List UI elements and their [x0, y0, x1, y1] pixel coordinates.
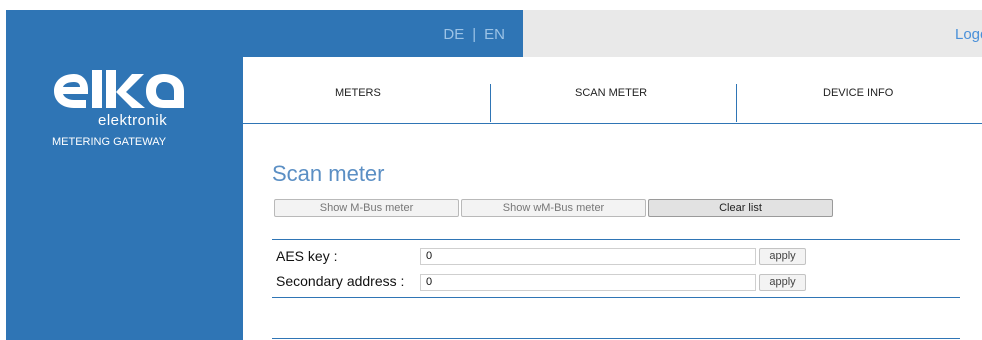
sidebar: [6, 10, 243, 340]
aes-apply-button[interactable]: apply: [759, 248, 806, 265]
divider: [272, 239, 960, 240]
divider: [272, 338, 960, 339]
logout-link[interactable]: Logout: [955, 26, 982, 43]
secondary-apply-button[interactable]: apply: [759, 274, 806, 291]
main-nav: METERS SCAN METER DEVICE INFO: [243, 57, 982, 124]
brand-subtitle: elektronik: [98, 112, 168, 129]
secondary-address-label: Secondary address :: [276, 273, 405, 289]
aes-key-label: AES key :: [276, 248, 338, 264]
nav-scan-meter[interactable]: SCAN METER: [575, 87, 647, 99]
nav-divider: [736, 84, 737, 122]
lang-en-link[interactable]: EN: [484, 26, 505, 43]
show-mbus-button[interactable]: Show M-Bus meter: [274, 199, 459, 217]
aes-key-input[interactable]: 0: [420, 248, 756, 265]
lang-de-link[interactable]: DE: [443, 26, 464, 43]
nav-meters[interactable]: METERS: [335, 87, 381, 99]
show-wmbus-button[interactable]: Show wM-Bus meter: [461, 199, 646, 217]
lang-separator: |: [472, 26, 477, 43]
page-title: Scan meter: [272, 161, 385, 186]
divider: [272, 297, 960, 298]
top-bar: Logout: [523, 10, 982, 57]
secondary-address-input[interactable]: 0: [420, 274, 756, 291]
nav-divider: [490, 84, 491, 122]
clear-list-button[interactable]: Clear list: [648, 199, 833, 217]
language-bar: DE | EN: [243, 10, 523, 57]
brand-tagline: METERING GATEWAY: [52, 136, 167, 148]
nav-device-info[interactable]: DEVICE INFO: [823, 87, 893, 99]
